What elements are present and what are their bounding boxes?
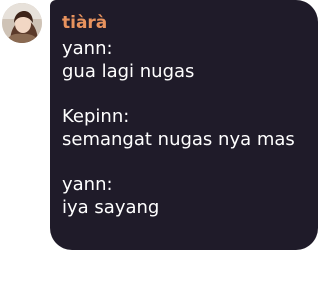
avatar[interactable] (2, 3, 42, 43)
message-author: Kepinn: (62, 106, 130, 127)
avatar-photo-icon (2, 3, 42, 43)
message-author: yann: (62, 174, 113, 195)
message-entry: yann: iya sayang (62, 173, 304, 219)
message-bubble: tiàrà yann: gua lagi nugas Kepinn: seman… (50, 0, 318, 250)
chat-message-row: tiàrà yann: gua lagi nugas Kepinn: seman… (0, 0, 320, 299)
message-entry: yann: gua lagi nugas (62, 37, 304, 83)
sender-name[interactable]: tiàrà (62, 11, 304, 35)
message-entry: Kepinn: semangat nugas nya mas (62, 105, 304, 151)
message-text: semangat nugas nya mas (62, 129, 295, 150)
message-text: iya sayang (62, 197, 160, 218)
message-author: yann: (62, 38, 113, 59)
message-text: gua lagi nugas (62, 61, 195, 82)
